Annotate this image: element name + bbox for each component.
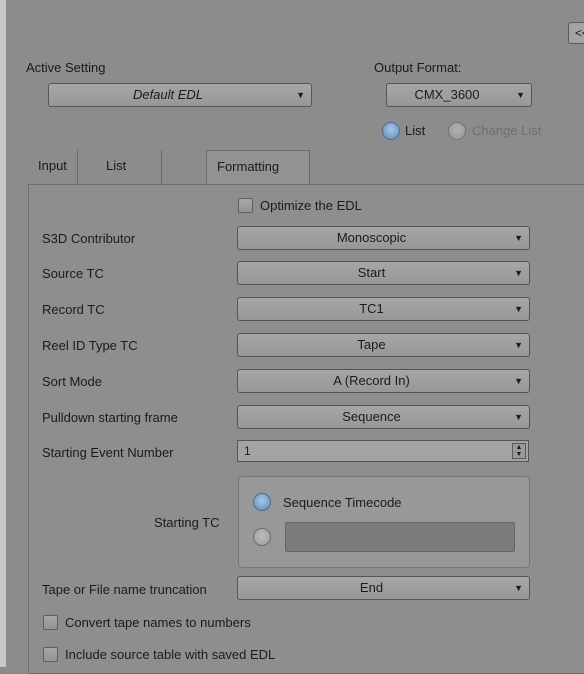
output-format-label: Output Format: <box>374 60 462 75</box>
source-tc-dropdown[interactable]: Start ▼ <box>237 261 530 285</box>
sort-mode-dropdown[interactable]: A (Record In) ▼ <box>237 369 530 393</box>
reel-id-type-tc-label: Reel ID Type TC <box>42 338 138 353</box>
list-radio-label: List <box>405 123 426 138</box>
tab-formatting[interactable]: Formatting <box>206 150 310 186</box>
optimize-edl-label: Optimize the EDL <box>260 198 362 213</box>
active-setting-value: Default EDL <box>132 87 204 102</box>
tab-list-options[interactable]: List Options <box>96 150 162 205</box>
starting-event-number-value: 1 <box>244 444 251 458</box>
record-tc-dropdown[interactable]: TC1 ▼ <box>237 297 530 321</box>
record-tc-value: TC1 <box>359 301 384 316</box>
stepper-arrows-icon[interactable]: ▲ ▼ <box>512 443 526 459</box>
pulldown-starting-frame-dropdown[interactable]: Sequence ▼ <box>237 405 530 429</box>
output-format-value: CMX_3600 <box>414 87 480 102</box>
chevron-down-icon: ▼ <box>514 340 523 350</box>
optimize-edl-checkbox[interactable] <box>238 198 253 213</box>
starting-tc-group: Sequence Timecode <box>238 476 530 568</box>
collapse-button[interactable]: << <box>568 22 584 44</box>
starting-event-number-input[interactable]: 1 ▲ ▼ <box>237 440 529 462</box>
active-setting-dropdown[interactable]: Default EDL ▼ <box>48 83 312 107</box>
convert-tape-names-label: Convert tape names to numbers <box>65 615 251 630</box>
s3d-contributor-label: S3D Contributor <box>42 231 136 246</box>
change-list-radio[interactable] <box>448 122 466 140</box>
active-setting-label: Active Setting <box>26 60 106 75</box>
output-format-dropdown[interactable]: CMX_3600 ▼ <box>386 83 532 107</box>
chevron-down-icon: ▼ <box>514 268 523 278</box>
chevron-down-icon: ▼ <box>514 233 523 243</box>
sort-mode-label: Sort Mode <box>42 374 102 389</box>
truncation-value: End <box>359 580 384 595</box>
tab-input[interactable]: Input <box>28 150 78 184</box>
change-list-radio-label: Change List <box>472 123 542 138</box>
truncation-dropdown[interactable]: End ▼ <box>237 576 530 600</box>
source-tc-value: Start <box>357 265 386 280</box>
truncation-label: Tape or File name truncation <box>42 582 207 597</box>
chevron-down-icon: ▼ <box>296 90 305 100</box>
list-radio[interactable] <box>382 122 400 140</box>
custom-timecode-input[interactable] <box>285 522 515 552</box>
chevron-down-icon: ▼ <box>514 376 523 386</box>
convert-tape-names-checkbox[interactable] <box>43 615 58 630</box>
sequence-timecode-radio[interactable] <box>253 493 271 511</box>
s3d-contributor-dropdown[interactable]: Monoscopic ▼ <box>237 226 530 250</box>
sort-mode-value: A (Record In) <box>333 373 410 388</box>
starting-event-number-label: Starting Event Number <box>42 445 174 460</box>
sequence-timecode-label: Sequence Timecode <box>283 495 402 510</box>
include-source-table-checkbox[interactable] <box>43 647 58 662</box>
chevron-down-icon: ▼ <box>516 90 525 100</box>
pulldown-starting-frame-value: Sequence <box>342 409 401 424</box>
source-tc-label: Source TC <box>42 266 104 281</box>
reel-id-type-tc-dropdown[interactable]: Tape ▼ <box>237 333 530 357</box>
formatting-panel <box>28 184 584 674</box>
record-tc-label: Record TC <box>42 302 105 317</box>
chevron-down-icon: ▼ <box>514 304 523 314</box>
pulldown-starting-frame-label: Pulldown starting frame <box>42 410 178 425</box>
reel-id-type-tc-value: Tape <box>357 337 386 352</box>
edl-settings-window: << Active Setting Default EDL ▼ Output F… <box>0 0 584 674</box>
custom-timecode-radio[interactable] <box>253 528 271 546</box>
chevron-down-icon: ▼ <box>514 583 523 593</box>
chevron-down-icon: ▼ <box>514 412 523 422</box>
s3d-contributor-value: Monoscopic <box>336 230 407 245</box>
starting-tc-label: Starting TC <box>154 515 220 530</box>
include-source-table-label: Include source table with saved EDL <box>65 647 276 662</box>
